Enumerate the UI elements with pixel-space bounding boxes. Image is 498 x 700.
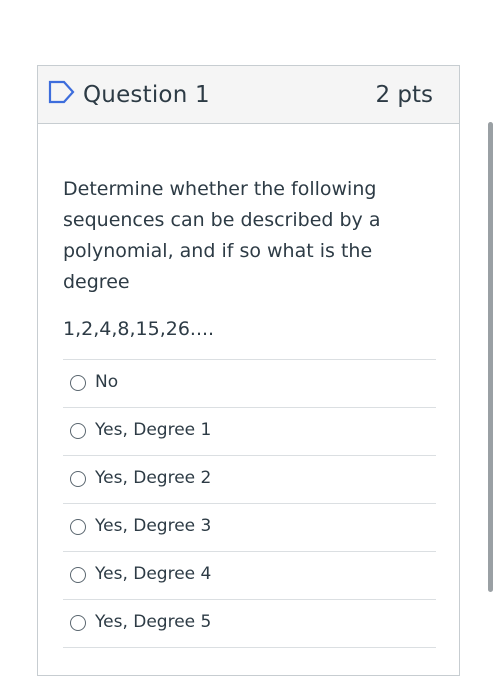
answer-option[interactable]: No bbox=[63, 360, 436, 408]
answer-label[interactable]: Yes, Degree 4 bbox=[95, 563, 211, 585]
answer-label[interactable]: Yes, Degree 1 bbox=[95, 419, 211, 441]
question-points: 2 pts bbox=[375, 82, 433, 108]
answer-label[interactable]: No bbox=[95, 371, 118, 393]
question-sequence: 1,2,4,8,15,26.... bbox=[63, 318, 215, 340]
answer-label[interactable]: Yes, Degree 5 bbox=[95, 611, 211, 633]
scrollbar[interactable] bbox=[488, 122, 493, 592]
answer-option[interactable]: Yes, Degree 5 bbox=[63, 600, 436, 648]
flag-icon[interactable] bbox=[48, 80, 76, 104]
question-card: Question 1 2 pts Determine whether the f… bbox=[37, 65, 460, 676]
question-text: Determine whether the following sequence… bbox=[63, 178, 381, 293]
quiz-page: Question 1 2 pts Determine whether the f… bbox=[0, 0, 498, 700]
question-header: Question 1 2 pts bbox=[38, 66, 459, 124]
answer-list: No Yes, Degree 1 Yes, Degree 2 Yes, Degr… bbox=[63, 359, 436, 648]
answer-option[interactable]: Yes, Degree 3 bbox=[63, 504, 436, 552]
answer-label[interactable]: Yes, Degree 2 bbox=[95, 467, 211, 489]
radio-button[interactable] bbox=[70, 615, 86, 631]
radio-button[interactable] bbox=[70, 423, 86, 439]
question-body: Determine whether the following sequence… bbox=[63, 174, 438, 345]
radio-button[interactable] bbox=[70, 519, 86, 535]
radio-button[interactable] bbox=[70, 471, 86, 487]
answer-option[interactable]: Yes, Degree 2 bbox=[63, 456, 436, 504]
answer-label[interactable]: Yes, Degree 3 bbox=[95, 515, 211, 537]
radio-button[interactable] bbox=[70, 375, 86, 391]
radio-button[interactable] bbox=[70, 567, 86, 583]
answer-option[interactable]: Yes, Degree 1 bbox=[63, 408, 436, 456]
answer-option[interactable]: Yes, Degree 4 bbox=[63, 552, 436, 600]
question-title: Question 1 bbox=[83, 82, 210, 108]
